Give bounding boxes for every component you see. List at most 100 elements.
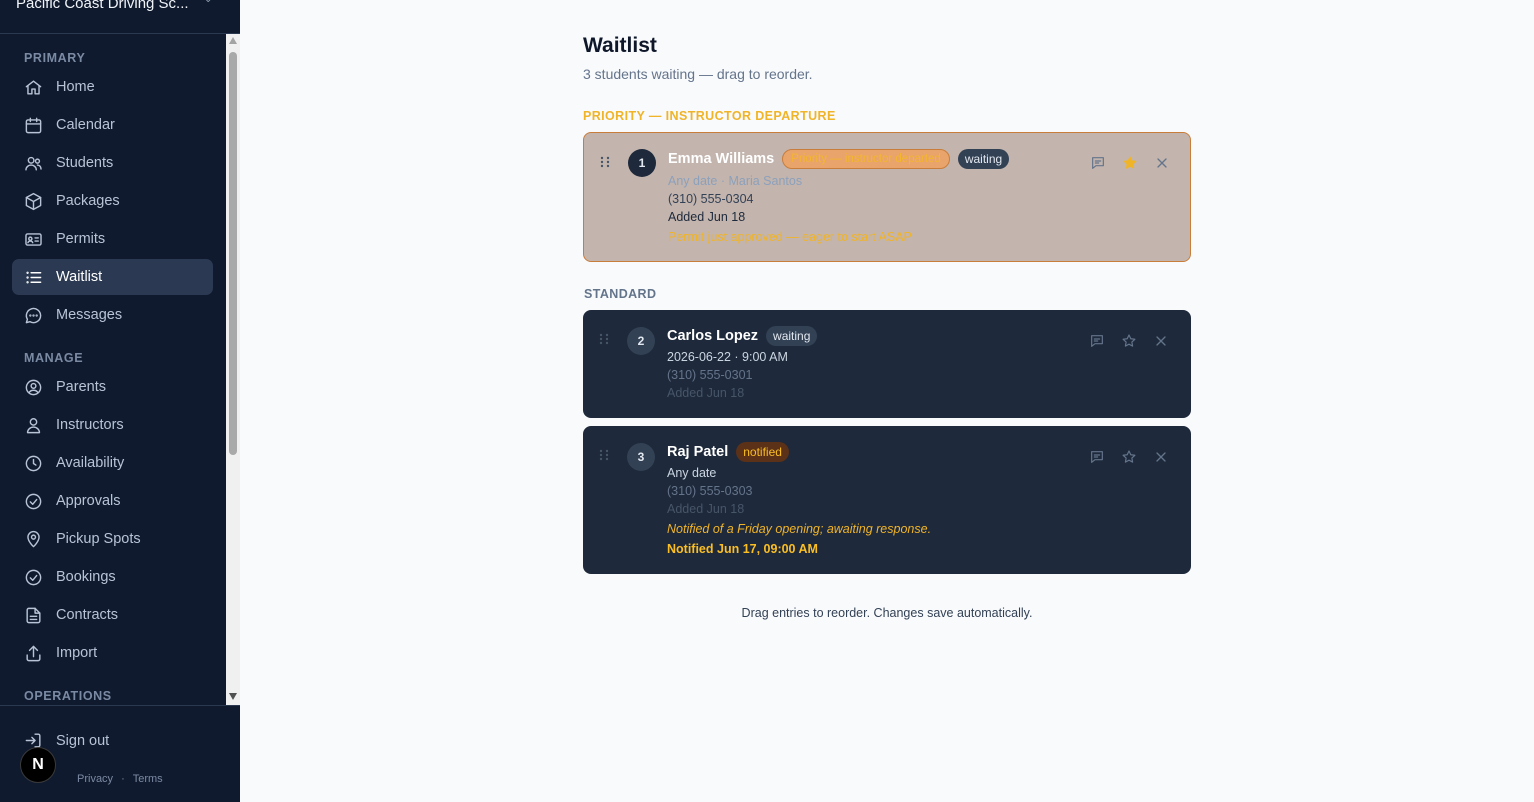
star-icon (1122, 450, 1136, 463)
entry-phone: (310) 555-0301 (667, 368, 753, 382)
message-button[interactable] (1088, 153, 1108, 173)
close-icon (1156, 452, 1166, 462)
sidebar-item-home[interactable]: Home (12, 69, 213, 105)
sidebar-item-label: Calendar (56, 117, 115, 133)
drag-handle-icon[interactable] (600, 156, 610, 168)
entry-added: Added Jun 18 (667, 502, 745, 516)
file-icon (26, 607, 41, 623)
sidebar-item-bookings[interactable]: Bookings (12, 559, 213, 595)
main-content: Waitlist 3 students waiting — drag to re… (240, 0, 1534, 802)
sidebar-item-label: Contracts (56, 607, 119, 623)
star-icon (1122, 334, 1136, 347)
sidebar-item-packages[interactable]: Packages (12, 183, 213, 219)
scroll-down-arrow-icon[interactable] (229, 693, 237, 700)
remove-button[interactable] (1151, 331, 1171, 351)
org-name[interactable]: Pacific Coast Driving Sc... (16, 0, 189, 12)
section-manage: MANAGE (24, 351, 84, 365)
sidebar-item-label: Instructors (56, 417, 124, 433)
org-switcher-icon[interactable]: ⌄ (204, 0, 212, 5)
star-button[interactable] (1119, 447, 1139, 467)
package-icon (25, 192, 42, 210)
remove-button[interactable] (1151, 447, 1171, 467)
entry-added: Added Jun 18 (667, 386, 745, 400)
sidebar-item-contracts[interactable]: Contracts (12, 597, 213, 633)
scroll-thumb[interactable] (229, 52, 237, 455)
footer-separator: · (121, 773, 125, 785)
user-icon (26, 417, 41, 433)
sidebar-item-label: Packages (56, 193, 120, 209)
sidebar-item-students[interactable]: Students (12, 145, 213, 181)
waitlist-entry[interactable]: 3 Raj Patel notified Any date (310) 555-… (583, 426, 1191, 574)
sidebar-item-pickup-spots[interactable]: Pickup Spots (12, 521, 213, 557)
entry-actions (1087, 447, 1183, 467)
sidebar-item-calendar[interactable]: Calendar (12, 107, 213, 143)
message-button[interactable] (1087, 447, 1107, 467)
clock-icon (25, 455, 42, 471)
reorder-hint: Drag entries to reorder. Changes save au… (741, 606, 1033, 620)
sidebar-item-messages[interactable]: Messages (12, 297, 213, 333)
entry-when: Any date · Maria Santos (668, 174, 803, 188)
message-icon (1091, 451, 1103, 463)
sidebar-item-label: Import (56, 645, 98, 661)
sidebar-item-label: Pickup Spots (56, 531, 141, 547)
sidebar-item-label: Students (56, 155, 114, 171)
sidebar-item-label: Permits (56, 231, 106, 247)
star-icon (1123, 156, 1137, 169)
sidebar-item-availability[interactable]: Availability (12, 445, 213, 481)
sidebar-item-waitlist[interactable]: Waitlist (12, 259, 213, 295)
star-button[interactable] (1120, 153, 1140, 173)
position-number: 1 (628, 149, 656, 177)
sidebar-item-label: Bookings (56, 569, 116, 585)
terms-link[interactable]: Terms (133, 773, 163, 785)
entry-added: Added Jun 18 (668, 210, 746, 224)
priority-badge: Priority — instructor departed (782, 149, 950, 169)
standard-section-label: STANDARD (584, 287, 657, 301)
message-button[interactable] (1087, 331, 1107, 351)
entry-note: Notified of a Friday opening; awaiting r… (667, 522, 932, 536)
star-button[interactable] (1119, 331, 1139, 351)
sidebar-item-label: Approvals (56, 493, 121, 509)
scroll-up-arrow-icon[interactable] (229, 37, 237, 44)
position-number: 2 (627, 327, 655, 355)
entry-when: 2026-06-22 · 9:00 AM (667, 350, 788, 364)
privacy-link[interactable]: Privacy (77, 773, 113, 785)
drag-handle-icon[interactable] (599, 333, 609, 345)
sign-out-label: Sign out (56, 732, 110, 749)
chat-icon (25, 307, 42, 323)
entry-phone: (310) 555-0303 (667, 484, 753, 498)
sidebar-item-permits[interactable]: Permits (12, 221, 213, 257)
sidebar-item-approvals[interactable]: Approvals (12, 483, 213, 519)
check-circle-icon (25, 569, 42, 585)
sidebar-scrollbar[interactable] (226, 34, 240, 705)
sidebar-item-instructors[interactable]: Instructors (12, 407, 213, 443)
page-subtitle: 3 students waiting — drag to reorder. (583, 66, 813, 82)
position-number: 3 (627, 443, 655, 471)
sidebar-header: Pacific Coast Driving Sc... ⌄ (0, 0, 240, 34)
drag-handle-icon[interactable] (599, 449, 609, 461)
sidebar-item-label: Availability (56, 455, 125, 471)
entry-actions (1087, 331, 1183, 351)
list-icon (26, 271, 42, 283)
sidebar-item-parents[interactable]: Parents (12, 369, 213, 405)
close-icon (1157, 158, 1167, 168)
sidebar-item-label: Home (56, 79, 95, 95)
entry-note: Permit just approved — eager to start AS… (668, 230, 912, 244)
waitlist-entry[interactable]: 2 Carlos Lopez waiting 2026-06-22 · 9:00… (583, 310, 1191, 418)
remove-button[interactable] (1152, 153, 1172, 173)
entry-header: Carlos Lopez waiting (667, 326, 825, 346)
dev-tools-badge[interactable]: N (20, 747, 56, 783)
page-title: Waitlist (583, 34, 657, 57)
students-icon (25, 156, 42, 171)
footer-links: Privacy · Terms (77, 773, 163, 785)
home-icon (25, 79, 42, 95)
section-primary: PRIMARY (24, 51, 86, 65)
upload-icon (26, 645, 41, 661)
calendar-icon (25, 117, 42, 133)
sidebar-item-label: Waitlist (56, 269, 103, 285)
student-name: Carlos Lopez (667, 328, 759, 344)
id-card-icon (25, 232, 42, 246)
message-icon (1091, 335, 1103, 347)
sidebar-item-import[interactable]: Import (12, 635, 213, 671)
waitlist-entry[interactable]: 1 Emma Williams Priority — instructor de… (583, 132, 1191, 262)
sidebar-nav: PRIMARY Home Calendar Students Packages … (0, 34, 226, 705)
